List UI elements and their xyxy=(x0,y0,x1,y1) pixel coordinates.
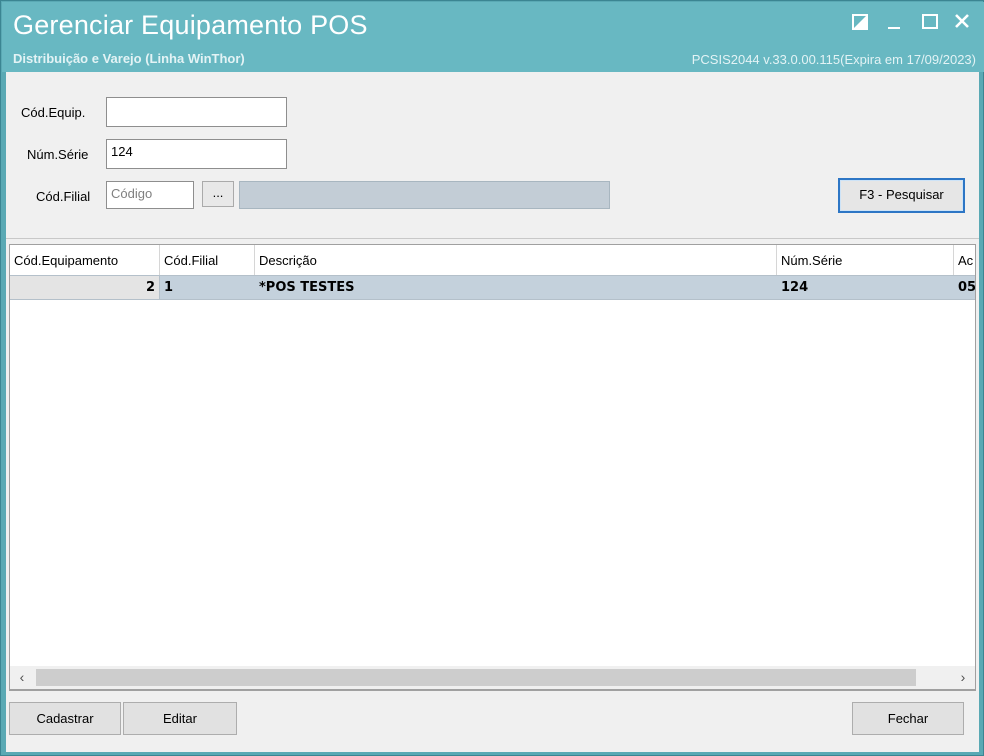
editar-button[interactable]: Editar xyxy=(123,702,237,735)
scroll-right-icon[interactable]: › xyxy=(951,666,975,689)
cod-filial-input[interactable]: Código xyxy=(106,181,194,209)
cell-descricao: *POS TESTES xyxy=(259,280,355,295)
scrollbar-thumb[interactable] xyxy=(36,669,916,686)
cell-cod-equipamento: 2 xyxy=(10,276,160,299)
column-header[interactable]: Cód.Filial xyxy=(160,245,255,275)
window-subtitle: Distribuição e Varejo (Linha WinThor) xyxy=(13,51,245,66)
grid-header: Cód.Equipamento Cód.Filial Descrição Núm… xyxy=(10,245,975,275)
cadastrar-button[interactable]: Cadastrar xyxy=(9,702,121,735)
scroll-left-icon[interactable]: ‹ xyxy=(10,666,34,689)
cell-extra: 05 xyxy=(958,280,976,295)
equipment-grid[interactable]: Cód.Equipamento Cód.Filial Descrição Núm… xyxy=(9,244,976,691)
cod-equip-label: Cód.Equip. xyxy=(21,105,86,120)
num-serie-input[interactable]: 124 xyxy=(106,139,287,169)
filial-description-field xyxy=(239,181,610,209)
close-icon[interactable] xyxy=(950,10,974,34)
filial-lookup-button[interactable]: ... xyxy=(202,181,234,207)
cod-filial-label: Cód.Filial xyxy=(36,189,91,204)
search-button[interactable]: F3 - Pesquisar xyxy=(838,178,965,213)
column-header[interactable]: Cód.Equipamento xyxy=(10,245,160,275)
table-row[interactable]: 2 1 *POS TESTES 124 05 xyxy=(10,275,975,300)
maximize-icon[interactable] xyxy=(918,10,942,34)
window-title: Gerenciar Equipamento POS xyxy=(13,10,368,40)
client-area: Cód.Equip. Núm.Série 124 Cód.Filial Códi… xyxy=(6,72,979,752)
column-header[interactable]: Ac xyxy=(954,245,975,275)
num-serie-label: Núm.Série xyxy=(27,147,89,162)
column-header[interactable]: Descrição xyxy=(255,245,777,275)
theme-toggle-icon[interactable] xyxy=(848,10,872,34)
fechar-button[interactable]: Fechar xyxy=(852,702,964,735)
version-info: PCSIS2044 v.33.0.00.115(Expira em 17/09/… xyxy=(691,52,976,67)
title-bar: Gerenciar Equipamento POS Distribuição e… xyxy=(2,2,984,72)
cod-equip-input[interactable] xyxy=(106,97,287,127)
column-header[interactable]: Núm.Série xyxy=(777,245,954,275)
minimize-icon[interactable] xyxy=(882,10,906,34)
horizontal-scrollbar[interactable]: ‹ › xyxy=(9,666,976,690)
cell-num-serie: 124 xyxy=(781,280,809,295)
cell-cod-filial: 1 xyxy=(164,280,174,295)
main-window: Gerenciar Equipamento POS Distribuição e… xyxy=(0,0,984,756)
filter-panel: Cód.Equip. Núm.Série 124 Cód.Filial Códi… xyxy=(6,72,979,239)
